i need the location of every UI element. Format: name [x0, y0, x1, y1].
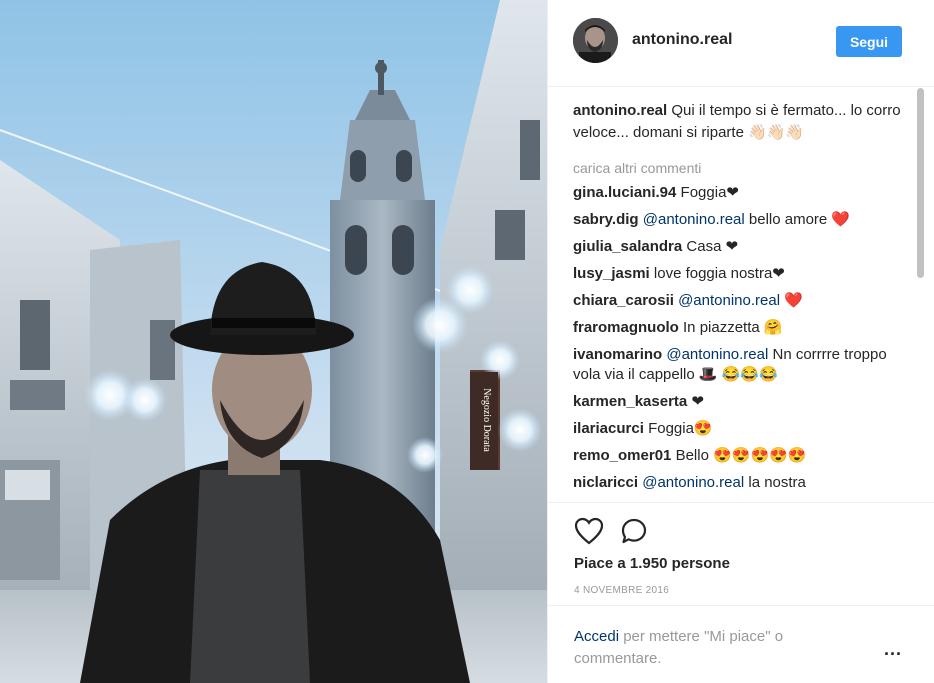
comment-item: niclaricci @antonino.real la nostra: [573, 473, 908, 493]
comment-username[interactable]: ilariacurci: [573, 420, 644, 437]
comment-text: love foggia nostra❤: [653, 265, 785, 282]
comment-item: sabry.dig @antonino.real bello amore ❤️: [573, 210, 908, 230]
comment-username[interactable]: niclaricci: [573, 474, 638, 491]
login-text: Accedi per mettere "Mi piace" o commenta…: [574, 626, 854, 670]
comment-username[interactable]: chiara_carosii: [573, 292, 674, 309]
post-header: antonino.real Segui: [548, 0, 934, 87]
header-username[interactable]: antonino.real: [632, 31, 732, 49]
comment-text: Foggia❤: [680, 184, 739, 201]
post-date: 4 NOVEMBRE 2016: [574, 585, 670, 596]
comment-text: la nostra: [748, 474, 806, 491]
post-sidebar: antonino.real Segui antonino.real Qui il…: [547, 0, 934, 683]
comment-username[interactable]: remo_omer01: [573, 447, 671, 464]
avatar-image: [573, 18, 618, 63]
comment-item: ilariacurci Foggia😍: [573, 419, 908, 439]
comment-text: Bello 😍😍😍😍😍: [675, 447, 807, 464]
comment-username[interactable]: giulia_salandra: [573, 238, 682, 255]
load-more-comments[interactable]: carica altri commenti: [573, 158, 908, 178]
comment-text: In piazzetta 🤗: [683, 319, 783, 336]
comment-mention[interactable]: @antonino.real: [643, 211, 745, 228]
login-link[interactable]: Accedi: [574, 628, 619, 645]
comment-item: giulia_salandra Casa ❤: [573, 237, 908, 257]
post-photo[interactable]: Negozio Dorata: [0, 0, 547, 683]
street-photo-illustration: Negozio Dorata: [0, 0, 547, 683]
comment-item: fraromagnuolo In piazzetta 🤗: [573, 318, 908, 338]
post-caption: antonino.real Qui il tempo si è fermato.…: [573, 100, 908, 144]
comment-text: Casa ❤: [686, 238, 739, 255]
comments-scrollbar[interactable]: [916, 88, 926, 502]
comment-username[interactable]: sabry.dig: [573, 211, 639, 228]
comment-text: bello amore ❤️: [748, 211, 851, 228]
comment-item: karmen_kaserta ❤: [573, 392, 908, 412]
heart-icon[interactable]: [574, 517, 604, 545]
post-actions: Piace a 1.950 persone 4 NOVEMBRE 2016: [548, 502, 934, 605]
likes-count[interactable]: Piace a 1.950 persone: [574, 555, 730, 572]
comment-item: remo_omer01 Bello 😍😍😍😍😍: [573, 446, 908, 466]
comment-item: lusy_jasmi love foggia nostra❤: [573, 264, 908, 284]
caption-username[interactable]: antonino.real: [573, 102, 667, 119]
comment-username[interactable]: fraromagnuolo: [573, 319, 679, 336]
comment-username[interactable]: ivanomarino: [573, 346, 662, 363]
more-options-button[interactable]: ...: [884, 640, 902, 658]
comment-username[interactable]: karmen_kaserta: [573, 393, 687, 410]
comments-list[interactable]: antonino.real Qui il tempo si è fermato.…: [548, 88, 934, 502]
comment-mention[interactable]: @antonino.real: [678, 292, 780, 309]
login-prompt: Accedi per mettere "Mi piace" o commenta…: [548, 605, 934, 683]
comment-text: ❤️: [784, 292, 803, 309]
comment-username[interactable]: gina.luciani.94: [573, 184, 676, 201]
comment-item: chiara_carosii @antonino.real ❤️: [573, 291, 908, 311]
comment-text: ❤: [691, 393, 705, 410]
comment-item: gina.luciani.94 Foggia❤: [573, 183, 908, 203]
comment-text: Foggia😍: [648, 420, 713, 437]
comment-icon[interactable]: [620, 517, 648, 545]
follow-button[interactable]: Segui: [836, 26, 902, 57]
comment-item: ivanomarino @antonino.real Nn corrrre tr…: [573, 345, 908, 385]
comment-mention[interactable]: @antonino.real: [642, 474, 744, 491]
scrollbar-thumb[interactable]: [917, 88, 924, 278]
shop-sign-text: Negozio Dorata: [481, 388, 492, 452]
avatar[interactable]: [573, 18, 618, 63]
comment-username[interactable]: lusy_jasmi: [573, 265, 650, 282]
comment-mention[interactable]: @antonino.real: [666, 346, 768, 363]
